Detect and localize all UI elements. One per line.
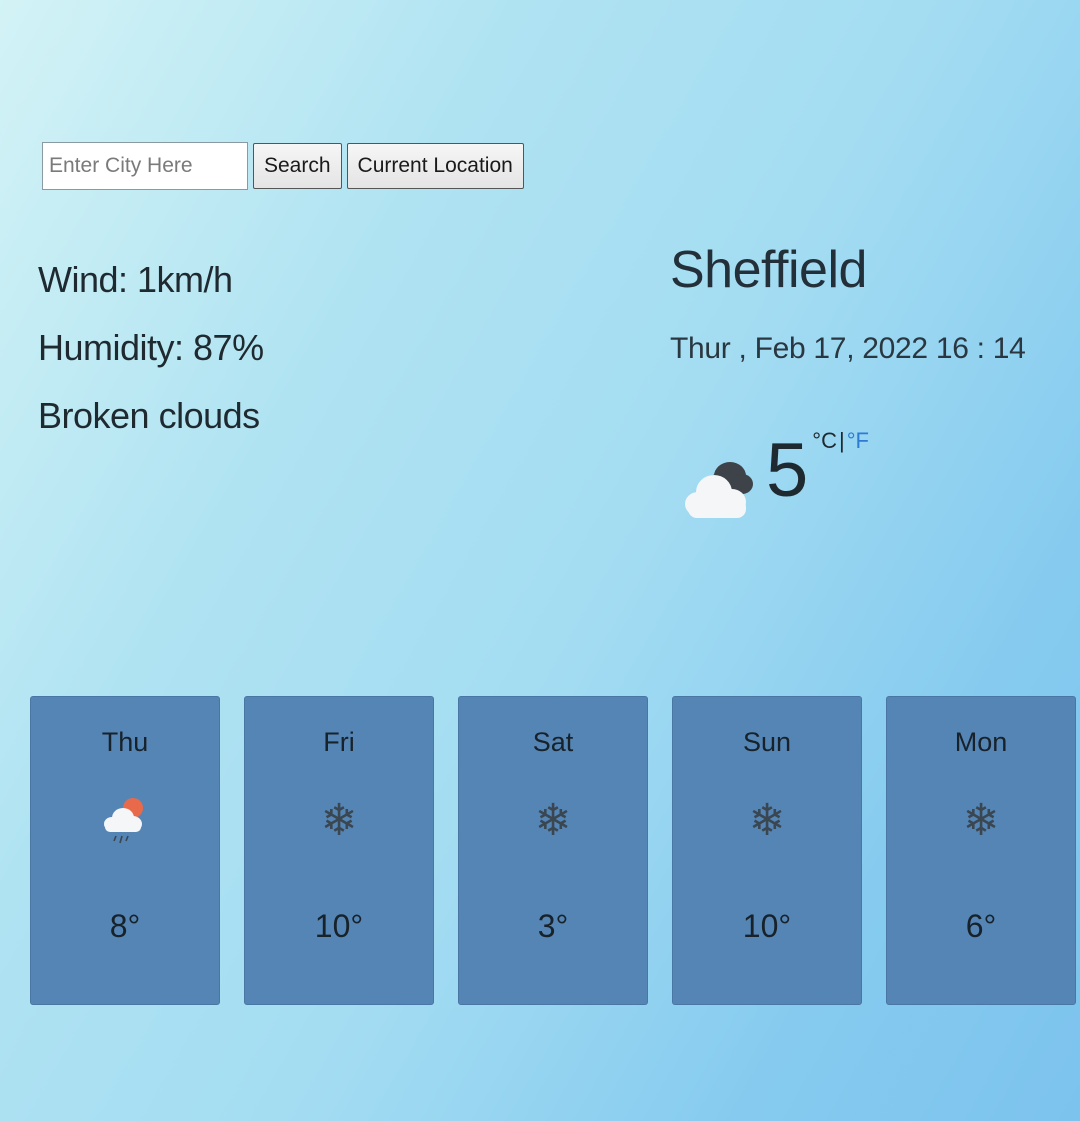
forecast-temperature: 10°: [314, 908, 364, 944]
broken-clouds-icon: [685, 462, 753, 518]
fahrenheit-link[interactable]: °F: [847, 428, 869, 454]
search-button[interactable]: Search: [253, 143, 342, 189]
forecast-day: Mon: [954, 727, 1008, 757]
unit-separator: |: [838, 428, 845, 453]
current-temperature: 5: [766, 428, 809, 513]
current-weather: 5 °C | °F: [684, 426, 869, 526]
wind-speed: Wind: 1km/h: [38, 259, 233, 300]
weather-details: Wind: 1km/h Humidity: 87% Broken clouds: [38, 246, 264, 450]
unit-toggle: °C | °F: [812, 428, 869, 454]
current-datetime: Thur , Feb 17, 2022 16 : 14: [670, 332, 1026, 365]
forecast: Thu 8° Fri ❄ 10° Sat ❄ 3° Sun ❄ 10° Mon …: [30, 696, 1076, 1005]
forecast-day: Thu: [101, 727, 149, 757]
celsius-link[interactable]: °C: [812, 428, 837, 454]
forecast-day: Sun: [742, 727, 792, 757]
forecast-temperature: 8°: [109, 908, 141, 944]
snowflake-icon: ❄: [748, 796, 786, 845]
forecast-card: Mon ❄ 6°: [886, 696, 1076, 1005]
snowflake-icon: ❄: [962, 796, 1000, 845]
forecast-card: Fri ❄ 10°: [244, 696, 434, 1005]
weather-description: Broken clouds: [38, 395, 260, 436]
forecast-card: Sun ❄ 10°: [672, 696, 862, 1005]
forecast-card: Sat ❄ 3°: [458, 696, 648, 1005]
forecast-temperature: 6°: [965, 908, 997, 944]
rain-cloud-sun-icon: [103, 794, 147, 848]
forecast-temperature: 3°: [537, 908, 569, 944]
city-name: Sheffield: [670, 241, 867, 299]
snowflake-icon: ❄: [534, 796, 572, 845]
forecast-temperature: 10°: [742, 908, 792, 944]
current-location-button[interactable]: Current Location: [346, 143, 524, 189]
city-search-input[interactable]: [42, 142, 248, 190]
snowflake-icon: ❄: [320, 796, 358, 845]
forecast-card: Thu 8°: [30, 696, 220, 1005]
forecast-day: Fri: [323, 727, 355, 757]
search-form: Search Current Location: [42, 142, 524, 190]
forecast-day: Sat: [532, 727, 574, 757]
humidity: Humidity: 87%: [38, 327, 264, 368]
